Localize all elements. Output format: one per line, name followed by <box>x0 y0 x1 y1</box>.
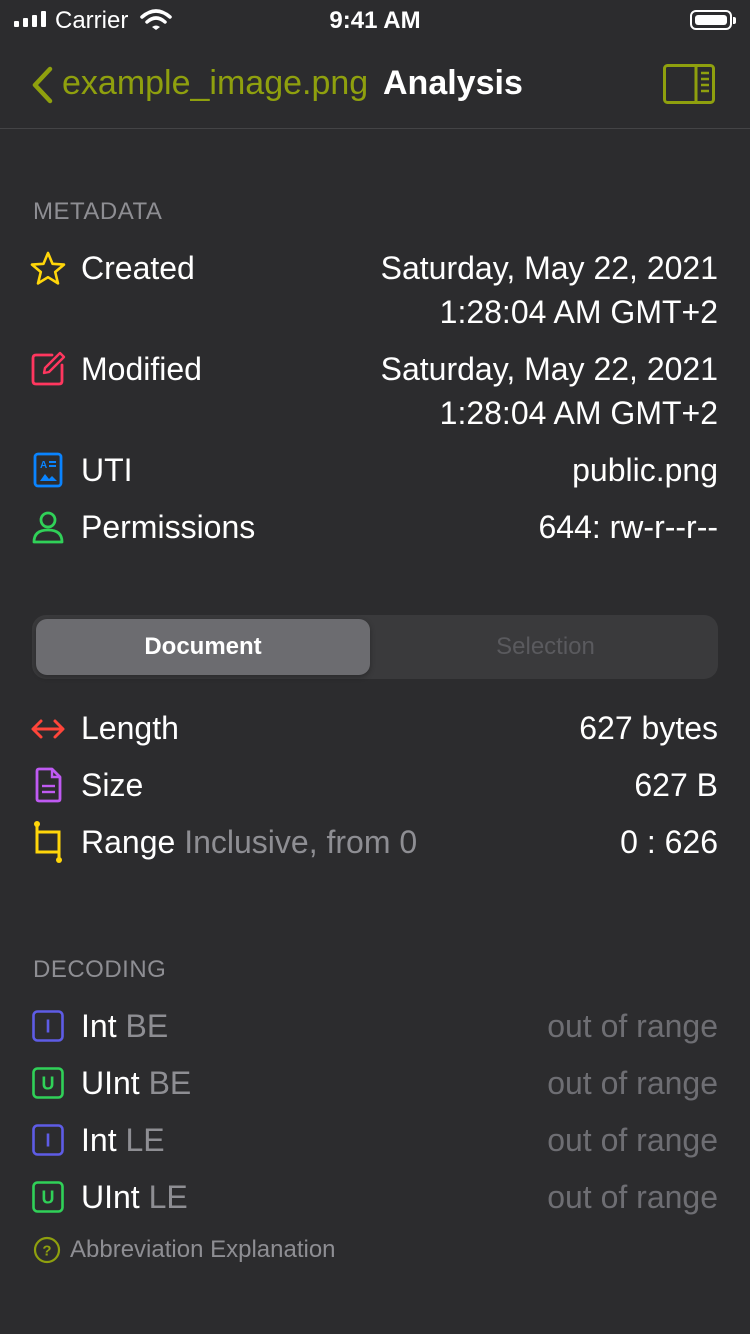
decoding-type: UInt <box>81 1179 140 1215</box>
decoding-value: out of range <box>547 1065 718 1101</box>
length-label: Length <box>81 710 179 746</box>
decoding-endianness: BE <box>148 1065 192 1101</box>
decoding-type: Int <box>81 1122 117 1158</box>
created-date: Saturday, May 22, 2021 <box>380 250 718 286</box>
decoding-value: out of range <box>547 1008 718 1044</box>
modified-date: Saturday, May 22, 2021 <box>380 351 718 387</box>
uint-badge-icon: U <box>32 1067 64 1099</box>
decoding-section-header: DECODING <box>33 956 167 983</box>
modified-label: Modified <box>81 351 202 387</box>
int-badge-icon: I <box>32 1010 64 1042</box>
svg-text:I: I <box>45 1017 50 1037</box>
permissions-label: Permissions <box>81 509 256 545</box>
size-label: Size <box>81 767 144 803</box>
status-bar: Carrier 9:41 AM <box>0 0 750 40</box>
uti-value: public.png <box>572 452 718 488</box>
uti-label: UTI <box>81 452 133 488</box>
decoding-endianness: BE <box>125 1008 169 1044</box>
length-value: 627 bytes <box>579 710 718 746</box>
svg-text:A: A <box>40 460 47 471</box>
range-sublabel: Inclusive, from 0 <box>184 824 418 860</box>
segment-document[interactable]: Document <box>36 633 370 661</box>
created-label: Created <box>81 250 195 286</box>
arrows-horizontal-icon <box>30 711 66 747</box>
decoding-value: out of range <box>547 1122 718 1158</box>
sidebar-toggle-icon[interactable] <box>663 64 715 109</box>
person-icon <box>30 509 66 545</box>
size-value: 627 B <box>634 767 718 803</box>
decoding-row-label: UInt LE <box>81 1179 188 1216</box>
clock: 9:41 AM <box>329 7 421 34</box>
metadata-section-header: METADATA <box>33 198 163 225</box>
crop-icon <box>30 820 66 864</box>
range-value: 0 : 626 <box>620 824 718 860</box>
decoding-type: UInt <box>81 1065 140 1101</box>
decoding-endianness: LE <box>125 1122 165 1158</box>
navigation-bar: example_image.png Analysis <box>0 40 750 129</box>
document-text-icon <box>30 767 66 803</box>
battery-icon <box>690 10 736 30</box>
svg-text:U: U <box>42 1188 55 1208</box>
abbreviation-explanation-link[interactable]: Abbreviation Explanation <box>70 1236 336 1264</box>
permissions-value: 644: rw-r--r-- <box>538 509 718 545</box>
created-value: Saturday, May 22, 2021 1:28:04 AM GMT+2 <box>381 246 718 334</box>
page-title: Analysis <box>383 64 523 102</box>
int-badge-icon: I <box>32 1124 64 1156</box>
decoding-value: out of range <box>547 1179 718 1215</box>
document-selection-segmented-control: Document Selection <box>32 615 718 679</box>
decoding-row-label: Int BE <box>81 1008 168 1045</box>
uint-badge-icon: U <box>32 1181 64 1213</box>
document-image-icon: A <box>30 452 66 488</box>
back-button[interactable]: example_image.png <box>62 64 368 103</box>
decoding-type: Int <box>81 1008 117 1044</box>
created-time: 1:28:04 AM GMT+2 <box>439 294 718 330</box>
segment-selection[interactable]: Selection <box>377 633 714 661</box>
svg-text:U: U <box>42 1074 55 1094</box>
modified-time: 1:28:04 AM GMT+2 <box>439 395 718 431</box>
chevron-left-icon[interactable] <box>30 66 54 109</box>
modified-value: Saturday, May 22, 2021 1:28:04 AM GMT+2 <box>381 347 718 435</box>
decoding-row-label: UInt BE <box>81 1065 191 1102</box>
svg-text:?: ? <box>42 1243 51 1260</box>
range-label: Range Inclusive, from 0 <box>81 824 417 861</box>
question-mark-icon[interactable]: ? <box>33 1236 61 1264</box>
range-label-text: Range <box>81 824 176 860</box>
svg-text:I: I <box>45 1131 50 1151</box>
decoding-row-label: Int LE <box>81 1122 165 1159</box>
edit-icon <box>30 351 66 387</box>
star-icon <box>30 251 66 287</box>
decoding-endianness: LE <box>148 1179 188 1215</box>
